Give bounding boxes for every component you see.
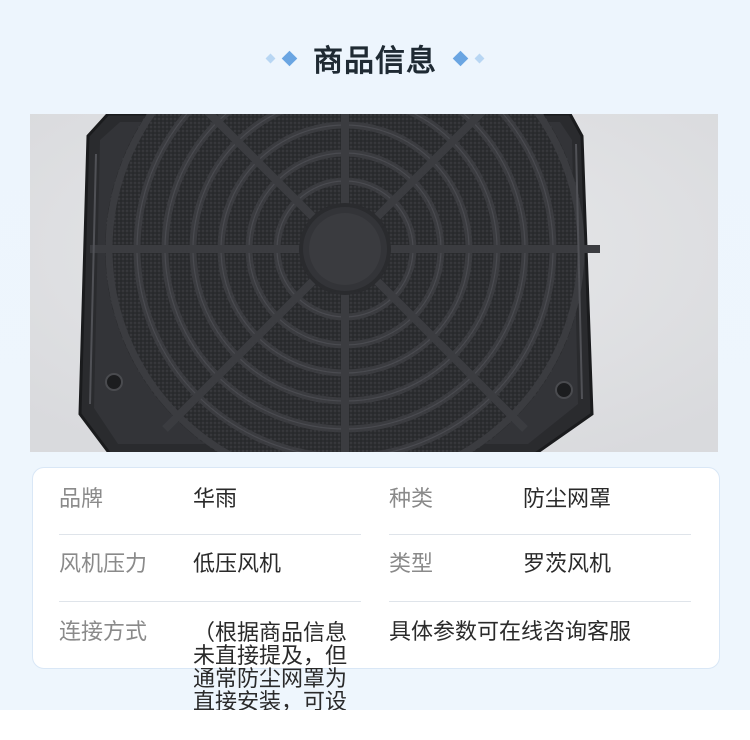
row-divider — [389, 601, 691, 602]
diamond-small-icon — [474, 53, 485, 63]
section-header: 商品信息 — [0, 30, 750, 86]
spec-note: 具体参数可在线咨询客服 — [389, 620, 632, 645]
diamond-small-icon — [265, 53, 276, 63]
spec-card: 品牌 华雨 种类 防尘网罩 风机压力 低压风机 类型 罗茨风机 连接方式 （根据… — [32, 467, 720, 737]
spec-value-type: 罗茨风机 — [523, 552, 612, 577]
spec-label-fan-pressure: 风机压力 — [59, 552, 148, 577]
section-title: 商品信息 — [313, 44, 437, 79]
row-divider — [59, 601, 361, 602]
spec-label-type: 类型 — [389, 552, 434, 577]
row-divider — [389, 534, 691, 535]
spec-label-category: 种类 — [389, 487, 434, 512]
fan-filter-cover-illustration — [30, 114, 718, 452]
diamond-big-icon — [452, 50, 469, 66]
diamond-big-icon — [281, 50, 298, 66]
spec-value-brand: 华雨 — [193, 487, 238, 512]
bottom-strip — [0, 710, 750, 740]
product-image — [30, 114, 718, 452]
left-diamond-decoration — [265, 50, 298, 66]
right-diamond-decoration — [452, 50, 485, 66]
spec-label-brand: 品牌 — [59, 487, 104, 512]
page-background: 商品信息 品牌 华雨 种类 防尘网罩 风机压力 低压风机 类型 罗茨风机 连接方… — [0, 0, 750, 740]
row-divider — [59, 534, 361, 535]
spec-label-connection: 连接方式 — [59, 620, 148, 645]
spec-value-fan-pressure: 低压风机 — [193, 552, 282, 577]
spec-value-category: 防尘网罩 — [523, 487, 612, 512]
